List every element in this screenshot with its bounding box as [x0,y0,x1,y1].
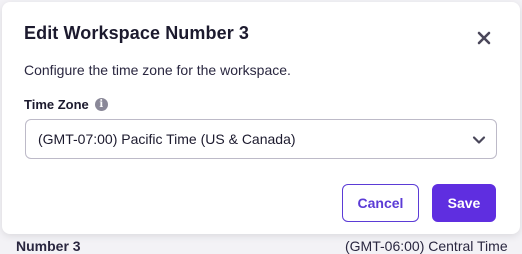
close-icon[interactable] [476,30,492,46]
time-zone-label-text: Time Zone [24,97,89,112]
cancel-button[interactable]: Cancel [342,184,419,222]
save-button[interactable]: Save [432,184,496,222]
time-zone-label: Time Zone i [24,97,108,112]
background-workspace-name: Number 3 [16,238,81,254]
time-zone-select[interactable]: (GMT-07:00) Pacific Time (US & Canada) [25,119,497,159]
dialog-description: Configure the time zone for the workspac… [24,62,291,78]
info-icon[interactable]: i [94,98,108,111]
background-timezone: (GMT-06:00) Central Time [345,238,508,254]
dialog-title: Edit Workspace Number 3 [24,23,250,43]
time-zone-select-value: (GMT-07:00) Pacific Time (US & Canada) [38,131,296,147]
chevron-down-icon [472,136,486,144]
edit-workspace-dialog: Edit Workspace Number 3 Configure the ti… [2,2,520,234]
